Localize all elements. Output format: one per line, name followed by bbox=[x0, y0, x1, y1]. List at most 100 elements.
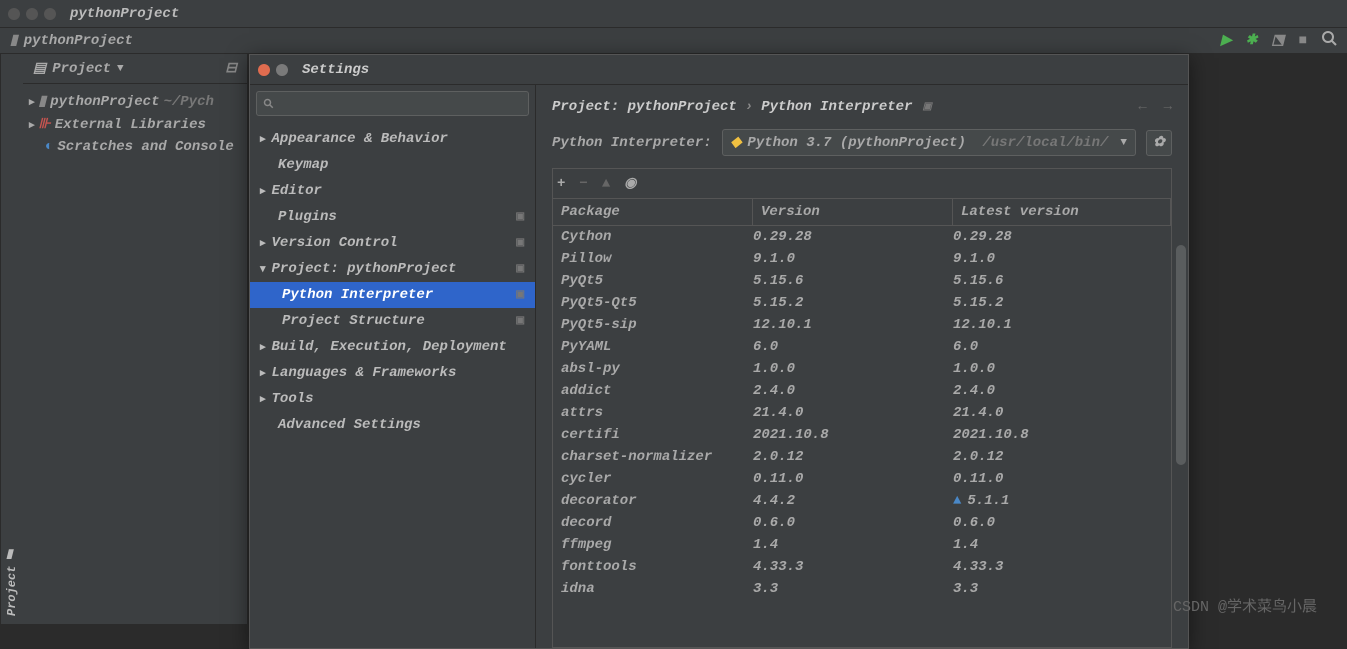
package-row[interactable]: PyQt5-sip12.10.1 12.10.1 bbox=[553, 314, 1171, 336]
package-row[interactable]: ffmpeg1.4 1.4 bbox=[553, 534, 1171, 556]
category-list: ▸Appearance & Behavior Keymap ▸EditorPlugi… bbox=[250, 122, 535, 648]
dropdown-icon[interactable]: ▼ bbox=[117, 63, 124, 75]
pkg-name: PyQt5 bbox=[553, 273, 753, 289]
pkg-latest: 0.29.28 bbox=[953, 229, 1171, 245]
pkg-version: 2021.10.8 bbox=[753, 427, 953, 443]
col-package[interactable]: Package bbox=[553, 199, 753, 225]
category-label: Python Interpreter bbox=[282, 287, 433, 303]
search-input[interactable] bbox=[275, 96, 522, 111]
category-appearance-behavior[interactable]: ▸Appearance & Behavior bbox=[250, 126, 535, 152]
package-row[interactable]: Pillow9.1.0 9.1.0 bbox=[553, 248, 1171, 270]
stop-icon[interactable]: ■ bbox=[1299, 33, 1307, 49]
pkg-latest: 12.10.1 bbox=[953, 317, 1171, 333]
category-label: Keymap bbox=[278, 157, 328, 173]
project-tool-tab[interactable]: Project ▮ bbox=[0, 54, 23, 624]
package-row[interactable]: idna3.3 3.3 bbox=[553, 578, 1171, 600]
window-min-icon[interactable] bbox=[26, 8, 38, 20]
category-project-pythonproject[interactable]: ▾Project: pythonProject▣ bbox=[250, 256, 535, 282]
pkg-latest: 1.0.0 bbox=[953, 361, 1171, 377]
pkg-name: Cython bbox=[553, 229, 753, 245]
project-icon: ▮ bbox=[5, 548, 19, 562]
package-row[interactable]: cycler0.11.0 0.11.0 bbox=[553, 468, 1171, 490]
collapse-icon[interactable]: ⊟ bbox=[225, 60, 237, 77]
search-icon[interactable] bbox=[1321, 30, 1337, 51]
settings-search[interactable] bbox=[256, 91, 529, 116]
nav-back-icon[interactable]: ← bbox=[1138, 99, 1146, 115]
pkg-name: PyYAML bbox=[553, 339, 753, 355]
pkg-name: PyQt5-sip bbox=[553, 317, 753, 333]
interpreter-label: Python Interpreter: bbox=[552, 135, 712, 151]
package-row[interactable]: PyQt55.15.6 5.15.6 bbox=[553, 270, 1171, 292]
category-project-structure[interactable]: Project Structure▣ bbox=[250, 308, 535, 334]
ide-topbar: ▮ pythonProject ▶ ✱ ⬔ ■ bbox=[0, 28, 1347, 54]
pkg-name: PyQt5-Qt5 bbox=[553, 295, 753, 311]
settings-titlebar: Settings bbox=[250, 55, 1188, 85]
package-row[interactable]: decord0.6.0 0.6.0 bbox=[553, 512, 1171, 534]
settings-content: Project: pythonProject › Python Interpre… bbox=[536, 85, 1188, 648]
pkg-version: 2.0.12 bbox=[753, 449, 953, 465]
config-badge-icon: ▣ bbox=[516, 289, 525, 301]
package-row[interactable]: attrs21.4.0 21.4.0 bbox=[553, 402, 1171, 424]
tree-external[interactable]: ▸ ⊪ External Libraries bbox=[23, 113, 247, 136]
pkg-name: ffmpeg bbox=[553, 537, 753, 553]
category-label: Advanced Settings bbox=[278, 417, 421, 433]
package-row[interactable]: certifi2021.10.8 2021.10.8 bbox=[553, 424, 1171, 446]
package-row[interactable]: fonttools4.33.3 4.33.3 bbox=[553, 556, 1171, 578]
panel-title[interactable]: Project bbox=[52, 61, 111, 77]
chevron-icon: ▸ bbox=[260, 340, 266, 354]
reset-icon[interactable]: ▣ bbox=[922, 101, 931, 113]
category-label: Tools bbox=[272, 391, 314, 407]
category-keymap[interactable]: Keymap bbox=[250, 152, 535, 178]
category-python-interpreter[interactable]: Python Interpreter ▣ bbox=[250, 282, 535, 308]
coverage-icon[interactable]: ⬔ bbox=[1271, 32, 1284, 49]
settings-close-icon[interactable] bbox=[258, 64, 270, 76]
pkg-version: 3.3 bbox=[753, 581, 953, 597]
package-toolbar: + − ▲ ◉ bbox=[552, 168, 1172, 198]
nav-fwd-icon[interactable]: → bbox=[1164, 99, 1172, 115]
panel-header: ▤ Project ▼ ⊟ bbox=[23, 54, 247, 84]
package-rows: Cython0.29.28 0.29.28Pillow9.1.0 9.1.0Py… bbox=[553, 226, 1171, 647]
settings-min-icon[interactable] bbox=[276, 64, 288, 76]
pkg-latest: 5.15.6 bbox=[953, 273, 1171, 289]
chevron-icon: ▸ bbox=[260, 236, 266, 250]
breadcrumb: Project: pythonProject › Python Interpre… bbox=[552, 93, 1172, 129]
run-icon[interactable]: ▶ bbox=[1221, 32, 1232, 49]
package-row[interactable]: decorator4.4.2▲ 5.1.1 bbox=[553, 490, 1171, 512]
python-icon: ◆ bbox=[731, 134, 742, 151]
package-row[interactable]: charset-normalizer2.0.12 2.0.12 bbox=[553, 446, 1171, 468]
package-row[interactable]: absl-py1.0.0 1.0.0 bbox=[553, 358, 1171, 380]
pkg-version: 21.4.0 bbox=[753, 405, 953, 421]
remove-package-button[interactable]: − bbox=[579, 176, 587, 192]
tree-scratches[interactable]: ◐ Scratches and Console bbox=[23, 136, 247, 158]
package-row[interactable]: addict2.4.0 2.4.0 bbox=[553, 380, 1171, 402]
pkg-latest: 2021.10.8 bbox=[953, 427, 1171, 443]
category-languages-frameworks[interactable]: ▸Languages & Frameworks bbox=[250, 360, 535, 386]
settings-title: Settings bbox=[302, 62, 369, 78]
package-row[interactable]: PyYAML6.0 6.0 bbox=[553, 336, 1171, 358]
window-max-icon[interactable] bbox=[44, 8, 56, 20]
config-badge-icon: ▣ bbox=[516, 237, 525, 249]
upgrade-package-button[interactable]: ▲ bbox=[602, 176, 610, 192]
show-early-button[interactable]: ◉ bbox=[624, 175, 636, 192]
add-package-button[interactable]: + bbox=[557, 176, 565, 192]
category-editor[interactable]: ▸Editor bbox=[250, 178, 535, 204]
project-name[interactable]: pythonProject bbox=[24, 33, 133, 49]
pkg-latest: 21.4.0 bbox=[953, 405, 1171, 421]
col-version[interactable]: Version bbox=[753, 199, 953, 225]
category-version-control[interactable]: ▸Version Control▣ bbox=[250, 230, 535, 256]
package-row[interactable]: PyQt5-Qt55.15.2 5.15.2 bbox=[553, 292, 1171, 314]
category-label: Build, Execution, Deployment bbox=[272, 339, 507, 355]
category-tools[interactable]: ▸Tools bbox=[250, 386, 535, 412]
debug-icon[interactable]: ✱ bbox=[1246, 32, 1258, 49]
pkg-name: attrs bbox=[553, 405, 753, 421]
package-row[interactable]: Cython0.29.28 0.29.28 bbox=[553, 226, 1171, 248]
category-advanced-settings[interactable]: Advanced Settings bbox=[250, 412, 535, 438]
category-build-execution-deployment[interactable]: ▸ Build, Execution, Deployment bbox=[250, 334, 535, 360]
tree-root[interactable]: ▸ ▮ pythonProject ~/Pych bbox=[23, 90, 247, 113]
interpreter-dropdown[interactable]: ◆ Python 3.7 (pythonProject) /usr/local/… bbox=[722, 129, 1136, 156]
category-plugins[interactable]: Plugins▣ bbox=[250, 204, 535, 230]
window-close-icon[interactable] bbox=[8, 8, 20, 20]
interpreter-gear-button[interactable]: ✿ bbox=[1146, 130, 1172, 156]
col-latest[interactable]: Latest version bbox=[953, 199, 1171, 225]
scratch-icon: ◐ bbox=[45, 139, 53, 155]
